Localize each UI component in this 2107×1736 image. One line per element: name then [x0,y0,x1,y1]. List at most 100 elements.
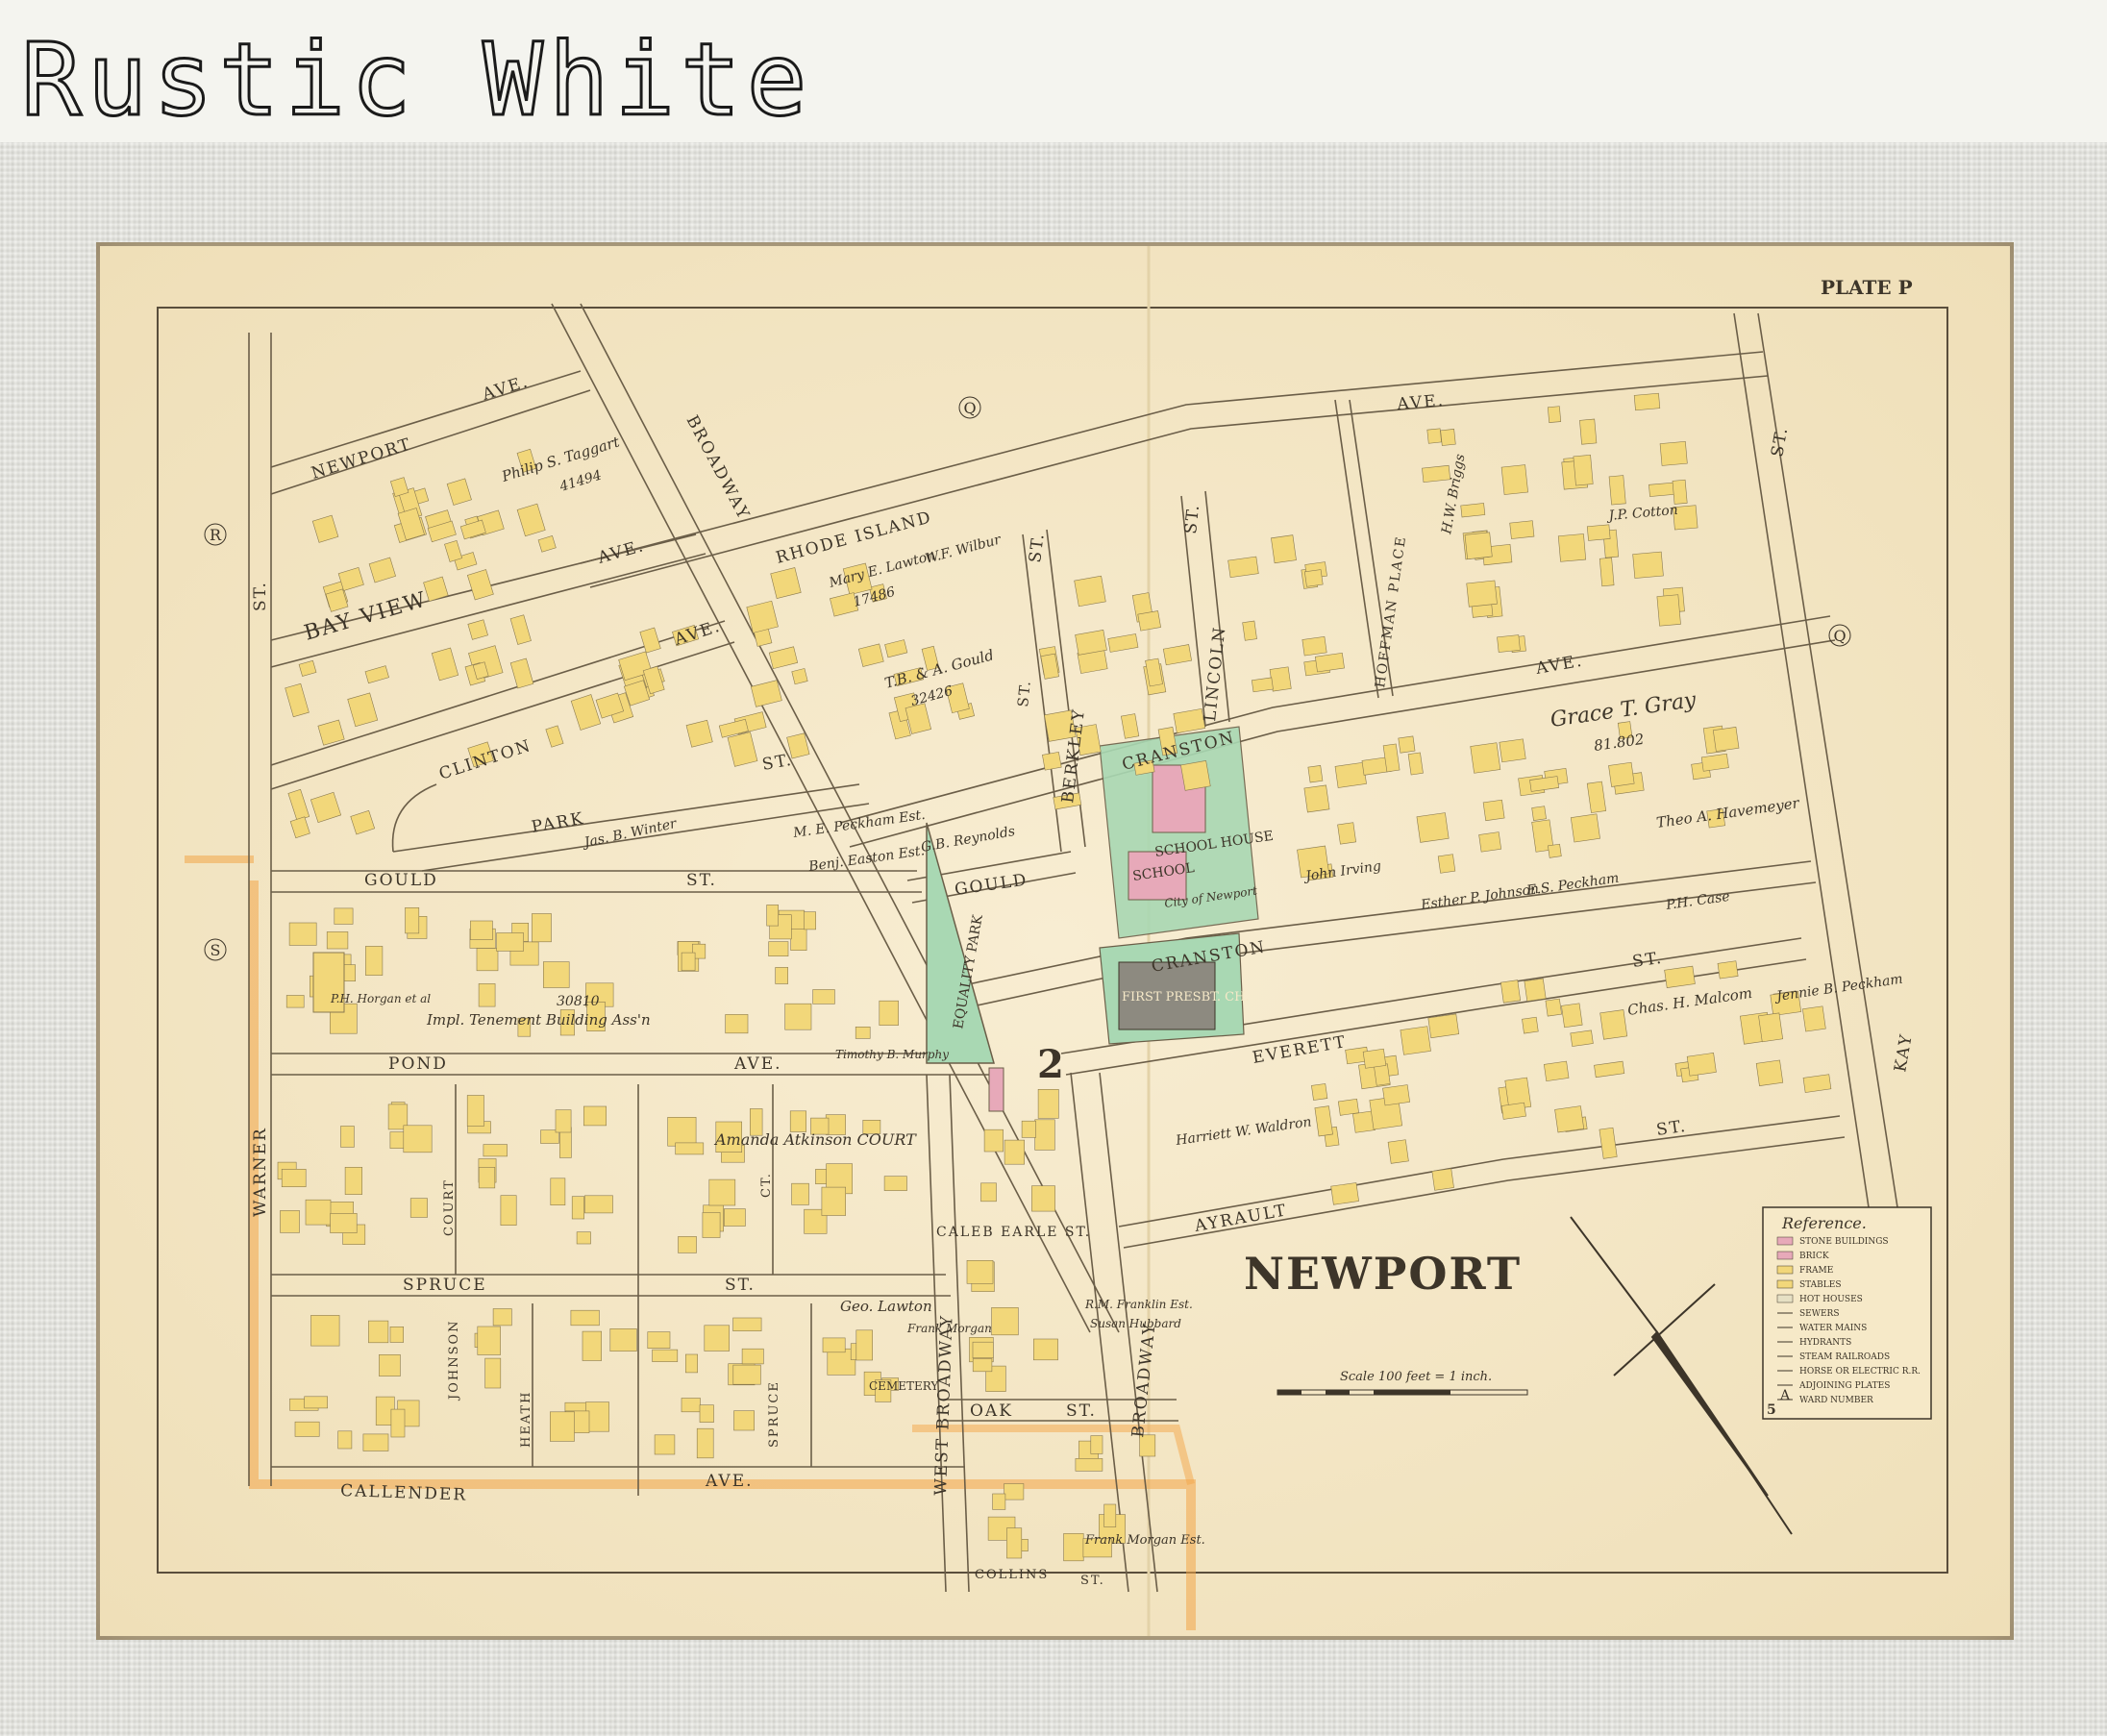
city-title: NEWPORT [1244,1248,1522,1300]
legend-swatch [1776,1251,1794,1260]
building [582,1330,603,1361]
building [1758,1012,1784,1043]
building [1531,806,1547,821]
building [1303,569,1324,587]
scale-text: Scale 100 feet = 1 inch. [1340,1370,1492,1384]
building [1509,520,1535,539]
building [1074,575,1106,608]
legend-label: SEWERS [1799,1309,1840,1319]
building [1570,813,1600,843]
building [362,1433,389,1451]
building [1407,752,1424,776]
building [1301,635,1327,657]
building [966,1260,994,1284]
building [1042,751,1062,771]
building [288,922,317,946]
building [1242,620,1257,641]
legend-label: STABLES [1799,1280,1842,1290]
building [1103,1503,1117,1527]
label-cemetery: CEMETERY [869,1379,939,1393]
building [1006,1527,1023,1559]
building [466,1095,484,1127]
building [991,1307,1019,1336]
adjoining-s: S [211,941,221,959]
building [1037,1088,1059,1119]
building [1227,556,1259,579]
legend-title: Reference. [1781,1214,1867,1232]
building [1524,978,1547,1002]
adjoining-r: R [210,526,222,544]
legend: Reference. STONE BUILDINGS BRICK FRAME STAB… [1762,1206,1932,1420]
brick-building [988,1067,1004,1112]
building [1755,1059,1784,1086]
building [478,1167,496,1189]
label-spruce: SPRUCE [403,1276,487,1295]
label-collins: COLLINS [975,1568,1049,1582]
building [1437,854,1456,874]
label-pond: POND [388,1054,448,1074]
building [409,1198,428,1218]
legend-label: STEAM RAILROADS [1799,1352,1890,1362]
building [368,1320,389,1344]
building [1561,1003,1583,1029]
building [365,946,384,976]
building [570,1309,600,1327]
building [1499,738,1526,763]
label-spruce-ct: SPRUCE [767,1380,781,1448]
building [555,1109,572,1133]
building [281,1168,307,1187]
legend-swatch [1776,1265,1794,1275]
title-bar: Rustic White [0,0,2107,140]
building [583,1105,607,1127]
building [1374,1063,1391,1086]
building [542,961,570,988]
building [1500,464,1528,495]
building [804,911,817,930]
building [1543,1060,1570,1082]
building [1608,475,1626,506]
building [980,1182,997,1203]
building [1021,1120,1036,1138]
page-title: Rustic White [19,20,813,140]
legend-swatch [1776,1279,1794,1289]
building [1659,441,1688,466]
building [576,1231,591,1245]
label-collins-st: ST. [1080,1574,1105,1588]
building [1586,524,1611,541]
building [972,1341,994,1358]
legend-label: HORSE OR ELECTRIC R.R. [1799,1367,1921,1376]
building [1075,1458,1103,1472]
building [294,1421,320,1437]
building [1004,1483,1025,1500]
building [1337,1098,1359,1116]
legend-label: STONE BUILDINGS [1799,1237,1889,1247]
building [549,1411,575,1442]
building [789,1110,807,1132]
building [1633,392,1661,411]
building [477,1326,501,1355]
building [1303,784,1330,813]
building [1599,1009,1628,1040]
building [310,1315,340,1347]
label-amanda: Amanda Atkinson COURT [713,1130,917,1149]
building [647,1331,671,1349]
building [1557,533,1587,562]
label-st-left: ST. [251,581,270,611]
building [775,967,789,984]
building [708,1178,736,1206]
building [1460,503,1486,518]
building [500,1195,517,1227]
owner-label: Frank Morgan Est. [1084,1533,1205,1548]
building [678,1236,697,1253]
building [550,1178,566,1205]
label-oak-st: ST. [1066,1401,1097,1421]
legend-label: ADJOINING PLATES [1798,1381,1890,1391]
legend-label: BRICK [1799,1252,1829,1261]
building [1032,1338,1058,1361]
building [1251,677,1274,693]
building [704,1325,730,1352]
label-gould-st: ST. [686,871,717,890]
building [1180,760,1211,791]
building [405,906,420,934]
building [791,1182,809,1205]
